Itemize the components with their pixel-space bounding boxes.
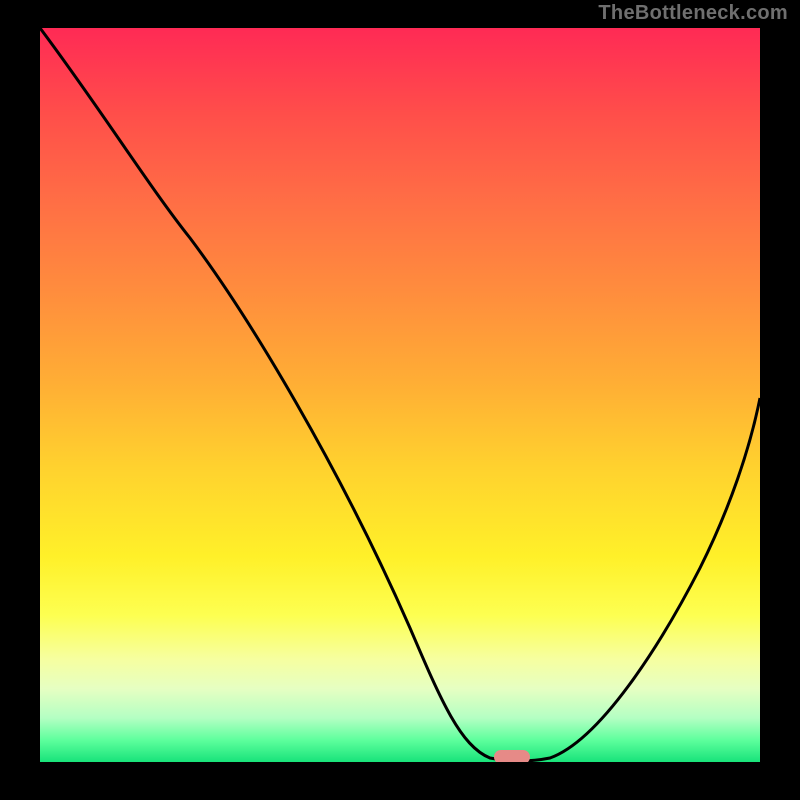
plot-area [40,28,760,762]
bottleneck-curve [40,28,760,762]
curve-path [40,28,760,761]
chart-frame: TheBottleneck.com [0,0,800,800]
x-axis [40,762,760,764]
attribution-text: TheBottleneck.com [598,2,788,25]
